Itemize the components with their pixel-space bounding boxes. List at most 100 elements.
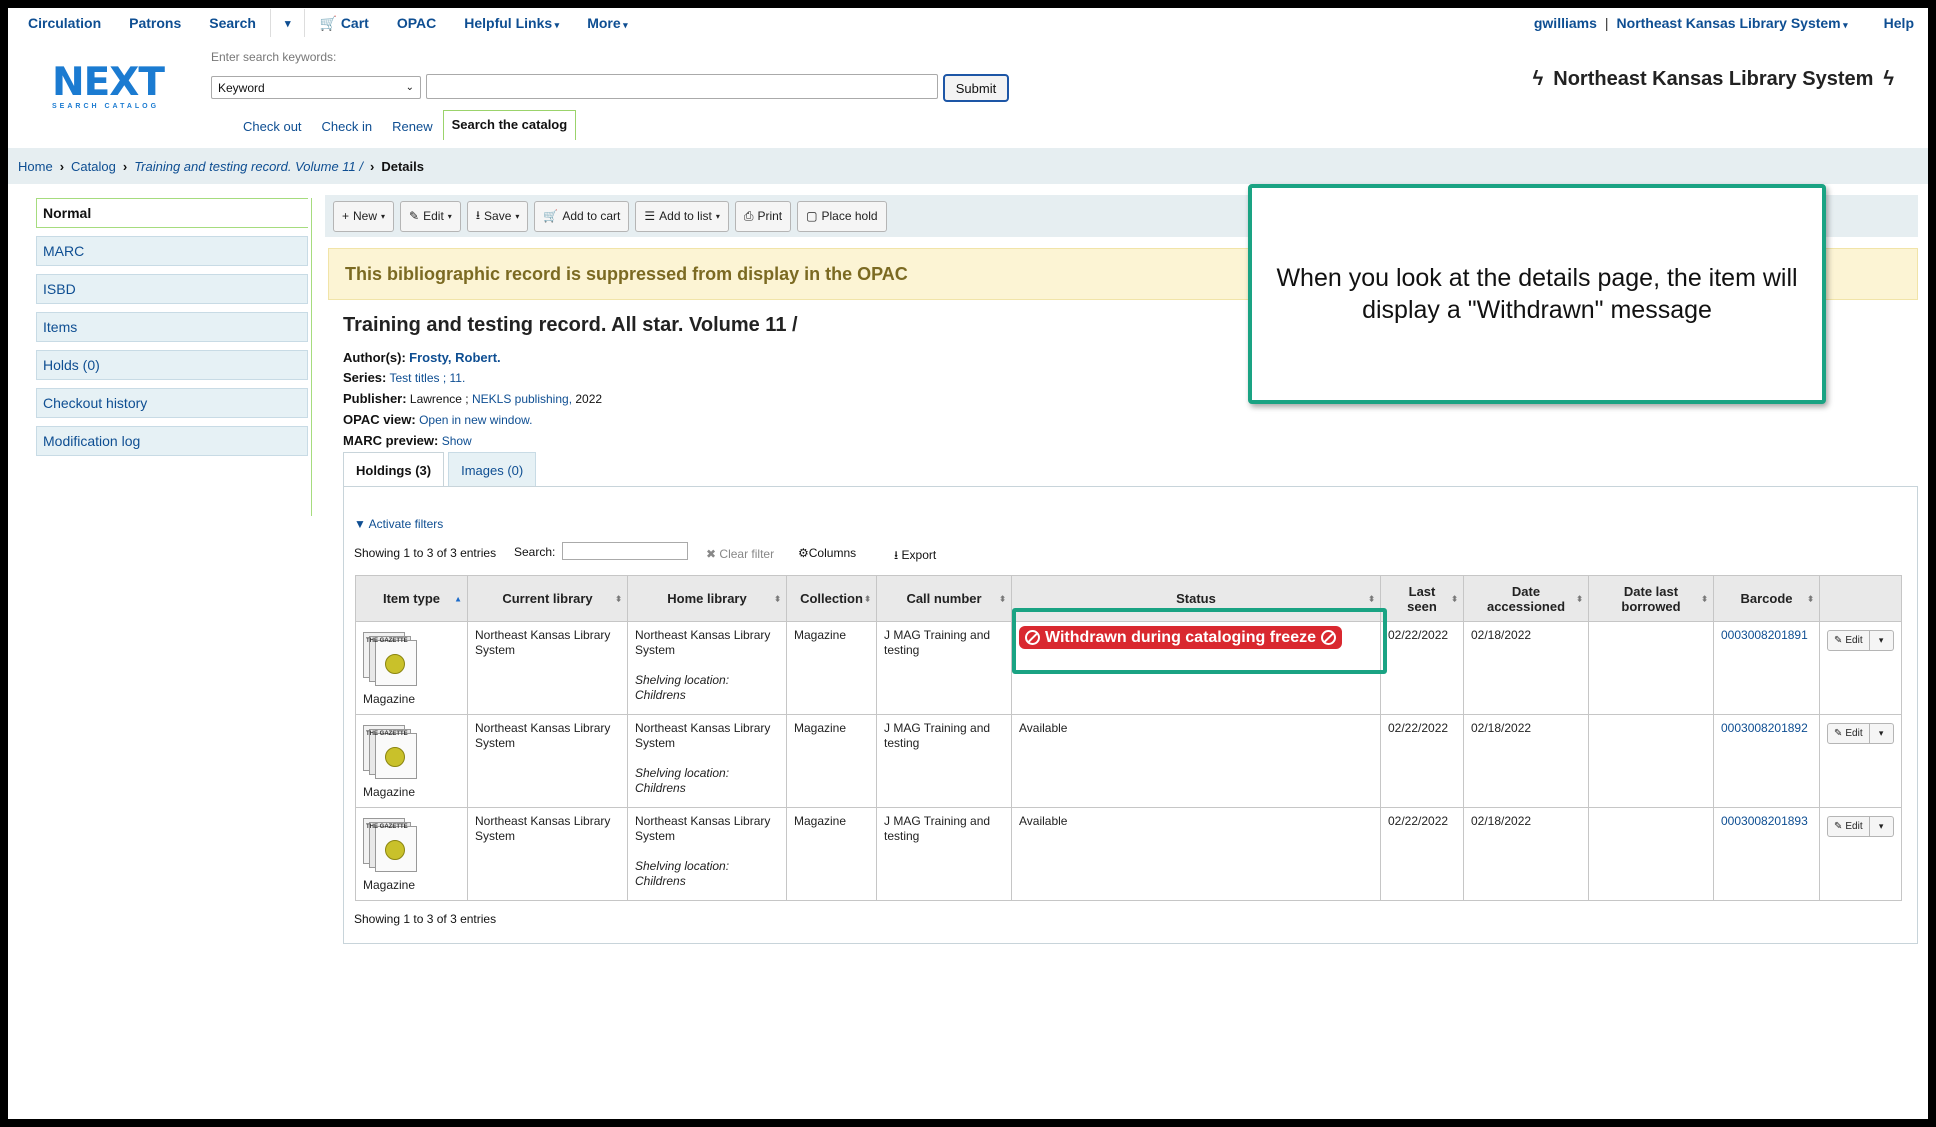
col-last-seen[interactable]: Last seen ⬍ bbox=[1380, 575, 1464, 622]
col-item-type[interactable]: Item type ▲ bbox=[355, 575, 468, 622]
col-barcode[interactable]: Barcode ⬍ bbox=[1713, 575, 1820, 622]
table-row: THE GAZETTE Magazine Northeast Kansas Li… bbox=[355, 714, 1902, 808]
nav-opac[interactable]: OPAC bbox=[383, 15, 450, 31]
home-library-text: Northeast Kansas Library System bbox=[635, 721, 771, 750]
sidebar-item-modification-log[interactable]: Modification log bbox=[36, 426, 308, 456]
cell-current-library: Northeast Kansas Library System bbox=[467, 714, 628, 808]
author-label: Author(s): bbox=[343, 350, 406, 365]
tab-holdings[interactable]: Holdings (3) bbox=[343, 452, 445, 487]
barcode-link[interactable]: 0003008201893 bbox=[1721, 814, 1808, 828]
col-current-library[interactable]: Current library ⬍ bbox=[467, 575, 628, 622]
nav-search[interactable]: Search bbox=[195, 15, 270, 31]
nav-cart[interactable]: 🛒 Cart bbox=[305, 15, 382, 32]
table-search-input[interactable] bbox=[562, 542, 688, 560]
col-label: Home library bbox=[667, 591, 747, 606]
breadcrumb-catalog[interactable]: Catalog bbox=[71, 159, 116, 174]
edit-label: Edit bbox=[1845, 635, 1863, 646]
clear-filter-button[interactable]: ✖ Clear filter bbox=[706, 547, 774, 561]
item-edit-dropdown[interactable]: ▾ bbox=[1869, 816, 1894, 837]
activate-filters-link[interactable]: ▼ Activate filters bbox=[354, 517, 443, 531]
caret-down-icon: ▾ bbox=[552, 20, 560, 30]
tab-search-catalog[interactable]: Search the catalog bbox=[442, 110, 577, 140]
cell-home-library: Northeast Kansas Library System Shelving … bbox=[627, 807, 787, 901]
export-button[interactable]: ⭳ Export bbox=[894, 546, 936, 567]
chevron-right-icon: › bbox=[122, 158, 128, 174]
tab-check-out[interactable]: Check out bbox=[233, 113, 312, 140]
nav-patrons[interactable]: Patrons bbox=[115, 15, 195, 31]
home-library-text: Northeast Kansas Library System bbox=[635, 628, 771, 657]
next-logo[interactable]: NEXT SEARCH CATALOG bbox=[52, 63, 192, 113]
submit-button[interactable]: Submit bbox=[943, 74, 1009, 102]
add-to-list-button[interactable]: ☰ Add to list ▾ bbox=[635, 200, 729, 232]
cell-date-last-borrowed bbox=[1588, 621, 1714, 715]
col-date-accessioned[interactable]: Date accessioned ⬍ bbox=[1463, 575, 1589, 622]
sort-icon: ⬍ bbox=[999, 594, 1006, 603]
tab-check-in[interactable]: Check in bbox=[312, 113, 383, 140]
nav-helpful-links[interactable]: Helpful Links ▾ bbox=[450, 15, 573, 31]
tab-images[interactable]: Images (0) bbox=[448, 452, 537, 487]
magazine-icon: THE GAZETTE bbox=[363, 630, 419, 686]
sort-icon: ⬍ bbox=[774, 594, 781, 603]
barcode-link[interactable]: 0003008201891 bbox=[1721, 628, 1808, 642]
item-edit-button[interactable]: ✎ Edit bbox=[1827, 630, 1870, 651]
print-button[interactable]: ⎙ Print bbox=[734, 200, 792, 232]
sort-icon: ⬍ bbox=[1451, 594, 1458, 603]
barcode-link[interactable]: 0003008201892 bbox=[1721, 721, 1808, 735]
col-collection[interactable]: Collection ⬍ bbox=[786, 575, 877, 622]
breadcrumb-record[interactable]: Training and testing record. Volume 11 / bbox=[134, 159, 363, 174]
add-to-cart-button[interactable]: 🛒 Add to cart bbox=[534, 200, 630, 232]
lightning-icon: ϟ bbox=[1532, 68, 1544, 90]
col-status[interactable]: Status ⬍ bbox=[1011, 575, 1381, 622]
sidebar-item-normal[interactable]: Normal bbox=[36, 198, 308, 228]
col-date-last-borrowed[interactable]: Date last borrowed ⬍ bbox=[1588, 575, 1714, 622]
col-home-library[interactable]: Home library ⬍ bbox=[627, 575, 787, 622]
cell-collection: Magazine bbox=[786, 807, 877, 901]
publisher-link[interactable]: NEKLS publishing, bbox=[472, 392, 572, 406]
nav-search-menu[interactable]: ▾ bbox=[271, 17, 305, 30]
tab-renew[interactable]: Renew bbox=[382, 113, 442, 140]
nav-circulation[interactable]: Circulation bbox=[8, 15, 115, 31]
gear-icon: ⚙ bbox=[798, 546, 809, 560]
help-link[interactable]: Help bbox=[1884, 15, 1914, 31]
series-link[interactable]: Test titles ; 11. bbox=[390, 371, 466, 385]
place-hold-button[interactable]: ▢ Place hold bbox=[797, 200, 887, 232]
item-edit-button[interactable]: ✎ Edit bbox=[1827, 816, 1870, 837]
annotation-callout: When you look at the details page, the i… bbox=[1248, 184, 1826, 404]
table-row: THE GAZETTE Magazine Northeast Kansas Li… bbox=[355, 621, 1902, 715]
item-edit-button[interactable]: ✎ Edit bbox=[1827, 723, 1870, 744]
save-button[interactable]: ⭳ Save ▾ bbox=[466, 200, 529, 232]
marc-preview-line: MARC preview: Show bbox=[343, 433, 472, 448]
author-link[interactable]: Frosty, Robert. bbox=[409, 350, 501, 365]
marc-preview-link[interactable]: Show bbox=[442, 434, 472, 448]
search-input[interactable] bbox=[426, 74, 938, 99]
clear-filter-label: Clear filter bbox=[719, 547, 775, 561]
cell-collection: Magazine bbox=[786, 621, 877, 715]
library-selector[interactable]: Northeast Kansas Library System ▾ bbox=[1617, 15, 1848, 31]
pencil-icon: ✎ bbox=[1834, 821, 1843, 832]
col-call-number[interactable]: Call number ⬍ bbox=[876, 575, 1012, 622]
add-to-list-label: Add to list bbox=[659, 209, 712, 223]
breadcrumb-home[interactable]: Home bbox=[18, 159, 53, 174]
logged-in-user[interactable]: gwilliams bbox=[1534, 15, 1597, 31]
sidebar-item-marc[interactable]: MARC bbox=[36, 236, 308, 266]
holdings-table: Item type ▲ Current library ⬍ Home library… bbox=[355, 575, 1902, 901]
sidebar-item-isbd[interactable]: ISBD bbox=[36, 274, 308, 304]
nav-more[interactable]: More ▾ bbox=[573, 15, 641, 31]
cell-home-library: Northeast Kansas Library System Shelving … bbox=[627, 621, 787, 715]
sticky-note-icon: ▢ bbox=[806, 209, 818, 223]
edit-button[interactable]: ✎ Edit ▾ bbox=[400, 200, 461, 232]
series-line: Series: Test titles ; 11. bbox=[343, 370, 465, 385]
cell-date-accessioned: 02/18/2022 bbox=[1463, 807, 1589, 901]
pencil-icon: ✎ bbox=[409, 209, 420, 223]
sidebar-item-items[interactable]: Items bbox=[36, 312, 308, 342]
sidebar-item-checkout-history[interactable]: Checkout history bbox=[36, 388, 308, 418]
new-button[interactable]: + New ▾ bbox=[333, 200, 395, 232]
new-button-label: New bbox=[353, 209, 378, 223]
opac-link[interactable]: Open in new window. bbox=[419, 413, 532, 427]
search-type-select[interactable]: Keyword ⌄ bbox=[211, 76, 421, 99]
item-edit-dropdown[interactable]: ▾ bbox=[1869, 723, 1894, 744]
item-edit-dropdown[interactable]: ▾ bbox=[1869, 630, 1894, 651]
edit-label: Edit bbox=[1845, 728, 1863, 739]
sidebar-item-holds[interactable]: Holds (0) bbox=[36, 350, 308, 380]
columns-button[interactable]: ⚙Columns bbox=[798, 546, 856, 560]
